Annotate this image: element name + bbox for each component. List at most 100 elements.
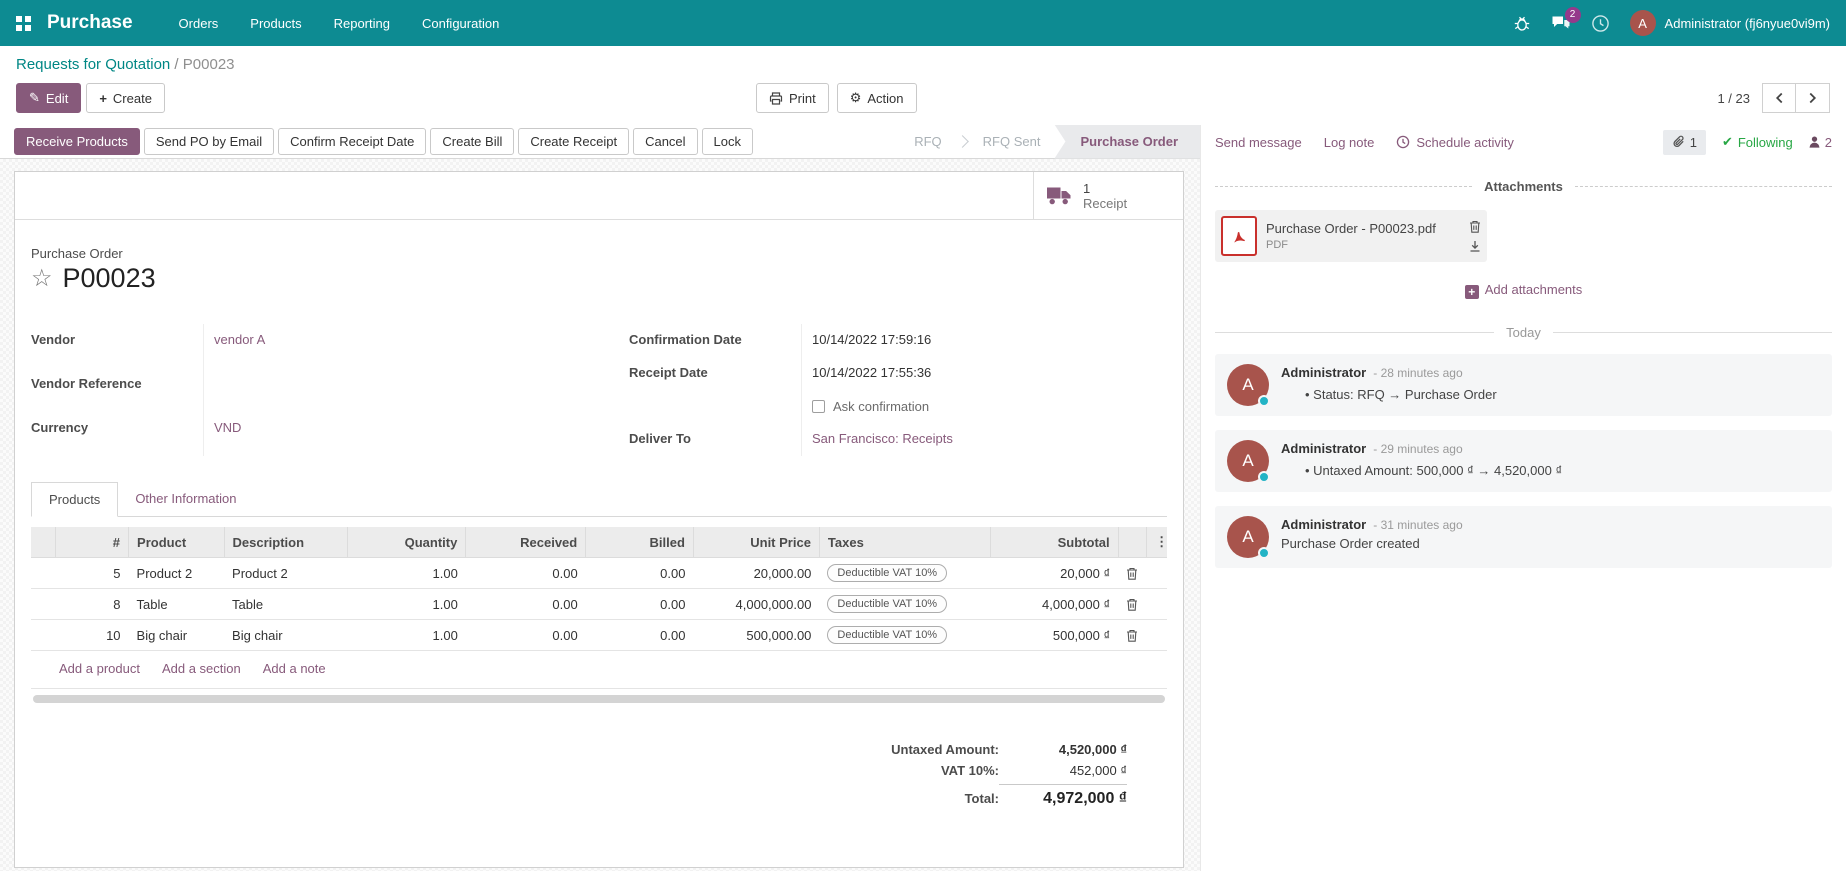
debug-bug-icon[interactable] xyxy=(1513,14,1531,32)
online-status-dot xyxy=(1258,471,1270,483)
tab-other-information[interactable]: Other Information xyxy=(118,482,253,516)
activities-clock-icon[interactable] xyxy=(1591,14,1610,33)
avatar: A xyxy=(1227,440,1269,482)
vendor-value[interactable]: vendor A xyxy=(214,332,265,347)
receipt-label: Receipt xyxy=(1083,196,1127,211)
followers-button[interactable]: 2 xyxy=(1809,135,1832,150)
check-icon: ✔ xyxy=(1722,134,1733,150)
ask-confirmation-checkbox[interactable] xyxy=(812,400,825,413)
add-a-product-link[interactable]: Add a product xyxy=(59,661,140,676)
edit-button[interactable]: ✎ Edit xyxy=(16,83,81,113)
apps-menu-icon[interactable] xyxy=(16,16,31,31)
col-product[interactable]: Product xyxy=(129,527,225,558)
deliver-to-value[interactable]: San Francisco: Receipts xyxy=(812,431,953,446)
app-title[interactable]: Purchase xyxy=(47,12,133,34)
col-unit-price[interactable]: Unit Price xyxy=(693,527,819,558)
add-a-section-link[interactable]: Add a section xyxy=(162,661,241,676)
control-panel: Requests for Quotation / P00023 ✎ Edit +… xyxy=(0,46,1846,125)
clock-icon xyxy=(1396,135,1410,149)
following-button[interactable]: ✔ Following xyxy=(1722,134,1793,150)
breadcrumb-separator: / xyxy=(170,56,183,73)
menu-configuration[interactable]: Configuration xyxy=(410,8,511,39)
lock-button[interactable]: Lock xyxy=(702,128,753,155)
col-quantity[interactable]: Quantity xyxy=(348,527,466,558)
stage-rfq-sent[interactable]: RFQ Sent xyxy=(969,125,1055,159)
col-subtotal[interactable]: Subtotal xyxy=(990,527,1118,558)
menu-reporting[interactable]: Reporting xyxy=(322,8,402,39)
favorite-star-icon[interactable]: ☆ xyxy=(31,267,53,291)
create-bill-button[interactable]: Create Bill xyxy=(430,128,514,155)
chatter-toolbar: Send message Log note Schedule activity … xyxy=(1201,125,1846,159)
message: A Administrator - 29 minutes ago • Untax… xyxy=(1215,430,1832,492)
totals-block: Untaxed Amount: 4,520,000 ₫ VAT 10%: 452… xyxy=(817,739,1127,811)
pager-next-button[interactable] xyxy=(1796,83,1830,113)
menu-products[interactable]: Products xyxy=(238,8,313,39)
attachment-type: PDF xyxy=(1266,239,1460,251)
delete-row-icon[interactable] xyxy=(1118,558,1146,589)
plus-icon: + xyxy=(99,91,107,106)
message-author[interactable]: Administrator xyxy=(1281,365,1366,380)
col-billed[interactable]: Billed xyxy=(586,527,694,558)
delete-attachment-icon[interactable] xyxy=(1469,220,1481,233)
table-row[interactable]: 8 Table Table 1.00 0.00 0.00 4,000,000.0… xyxy=(31,589,1167,620)
tab-products[interactable]: Products xyxy=(31,482,118,517)
attachments-toggle-button[interactable]: 1 xyxy=(1663,130,1706,155)
messages-icon[interactable]: 2 xyxy=(1551,15,1571,32)
messages-badge: 2 xyxy=(1565,7,1581,23)
add-attachments-button[interactable]: +Add attachments xyxy=(1215,282,1832,299)
today-divider: Today xyxy=(1215,325,1832,340)
log-note-button[interactable]: Log note xyxy=(1324,135,1375,150)
col-received[interactable]: Received xyxy=(466,527,586,558)
message-author[interactable]: Administrator xyxy=(1281,441,1366,456)
column-options-icon[interactable]: ⋮ xyxy=(1147,527,1167,558)
action-button[interactable]: ⚙ Action xyxy=(837,83,917,113)
message-author[interactable]: Administrator xyxy=(1281,517,1366,532)
schedule-activity-button[interactable]: Schedule activity xyxy=(1396,135,1514,150)
create-button[interactable]: + Create xyxy=(86,83,165,113)
col-trash-header xyxy=(1118,527,1146,558)
delete-row-icon[interactable] xyxy=(1118,589,1146,620)
untaxed-amount-value: 4,520,000 ₫ xyxy=(999,742,1127,757)
attachment-card[interactable]: Purchase Order - P00023.pdf PDF xyxy=(1215,210,1487,262)
message-body: Purchase Order created xyxy=(1281,536,1820,551)
user-menu[interactable]: A Administrator (fj6nyue0vi9m) xyxy=(1630,10,1830,36)
table-row[interactable]: 10 Big chair Big chair 1.00 0.00 0.00 50… xyxy=(31,620,1167,651)
breadcrumb-parent[interactable]: Requests for Quotation xyxy=(16,56,170,73)
today-label: Today xyxy=(1506,325,1541,340)
currency-value[interactable]: VND xyxy=(214,420,241,435)
stage-purchase-order[interactable]: Purchase Order xyxy=(1054,125,1200,159)
avatar: A xyxy=(1630,10,1656,36)
send-message-button[interactable]: Send message xyxy=(1215,135,1302,150)
receive-products-button[interactable]: Receive Products xyxy=(14,128,140,155)
col-number[interactable]: # xyxy=(55,527,128,558)
create-receipt-button[interactable]: Create Receipt xyxy=(518,128,629,155)
navbar-right: 2 A Administrator (fj6nyue0vi9m) xyxy=(1513,10,1830,36)
stage-rfq[interactable]: RFQ xyxy=(900,125,955,159)
cancel-button[interactable]: Cancel xyxy=(633,128,697,155)
breadcrumb-current: P00023 xyxy=(183,56,235,73)
vendor-label: Vendor xyxy=(31,324,203,368)
table-row[interactable]: 5 Product 2 Product 2 1.00 0.00 0.00 20,… xyxy=(31,558,1167,589)
col-taxes[interactable]: Taxes xyxy=(819,527,990,558)
add-a-note-link[interactable]: Add a note xyxy=(263,661,326,676)
attachments-title: Attachments xyxy=(1484,179,1563,194)
print-button[interactable]: Print xyxy=(756,83,829,113)
paperclip-icon xyxy=(1672,135,1685,149)
pager-previous-button[interactable] xyxy=(1762,83,1796,113)
confirm-receipt-date-button[interactable]: Confirm Receipt Date xyxy=(278,128,426,155)
vat-value: 452,000 ₫ xyxy=(999,763,1127,778)
confirmation-date-label: Confirmation Date xyxy=(629,324,801,357)
menu-orders[interactable]: Orders xyxy=(167,8,231,39)
form-region: Receive Products Send PO by Email Confir… xyxy=(0,125,1200,871)
send-po-by-email-button[interactable]: Send PO by Email xyxy=(144,128,274,155)
avatar: A xyxy=(1227,516,1269,558)
doc-type-label: Purchase Order xyxy=(31,246,1167,261)
message-body: • Status: RFQ → Purchase Order xyxy=(1281,387,1820,402)
delete-row-icon[interactable] xyxy=(1118,620,1146,651)
horizontal-scrollbar[interactable] xyxy=(33,695,1165,703)
download-attachment-icon[interactable] xyxy=(1469,240,1481,252)
col-description[interactable]: Description xyxy=(224,527,348,558)
vat-label: VAT 10%: xyxy=(941,763,999,778)
form-sheet: 1 Receipt Purchase Order ☆ P00023 xyxy=(14,171,1184,868)
receipt-stat-button[interactable]: 1 Receipt xyxy=(1033,172,1183,219)
